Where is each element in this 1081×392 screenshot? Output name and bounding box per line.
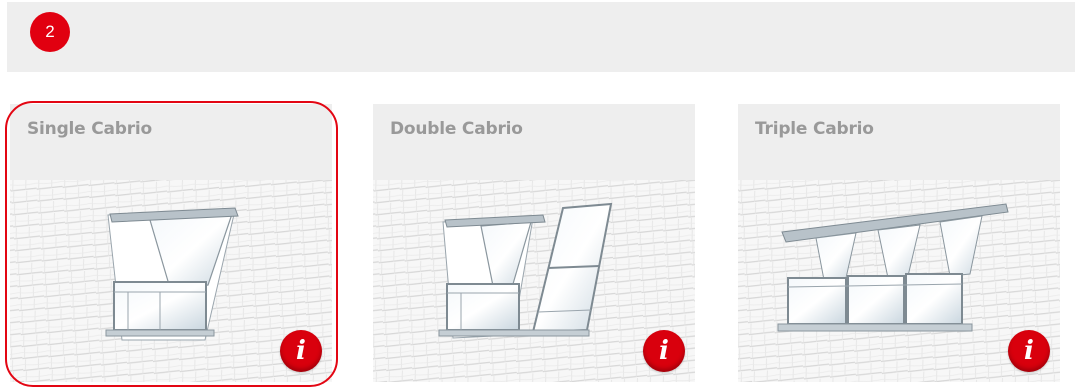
option-title: Single Cabrio xyxy=(27,119,153,139)
info-button[interactable]: i xyxy=(280,330,322,372)
option-card-single-cabrio[interactable]: Single Cabrio i xyxy=(10,104,332,382)
option-card-triple-cabrio[interactable]: Triple Cabrio i xyxy=(738,104,1060,382)
info-button[interactable]: i xyxy=(1008,330,1050,372)
option-title: Double Cabrio xyxy=(390,119,523,139)
step-header: 2 xyxy=(7,2,1075,72)
step-number-badge: 2 xyxy=(30,12,70,52)
option-title: Triple Cabrio xyxy=(755,119,874,139)
info-button[interactable]: i xyxy=(643,330,685,372)
option-card-double-cabrio[interactable]: Double Cabrio i xyxy=(373,104,695,382)
